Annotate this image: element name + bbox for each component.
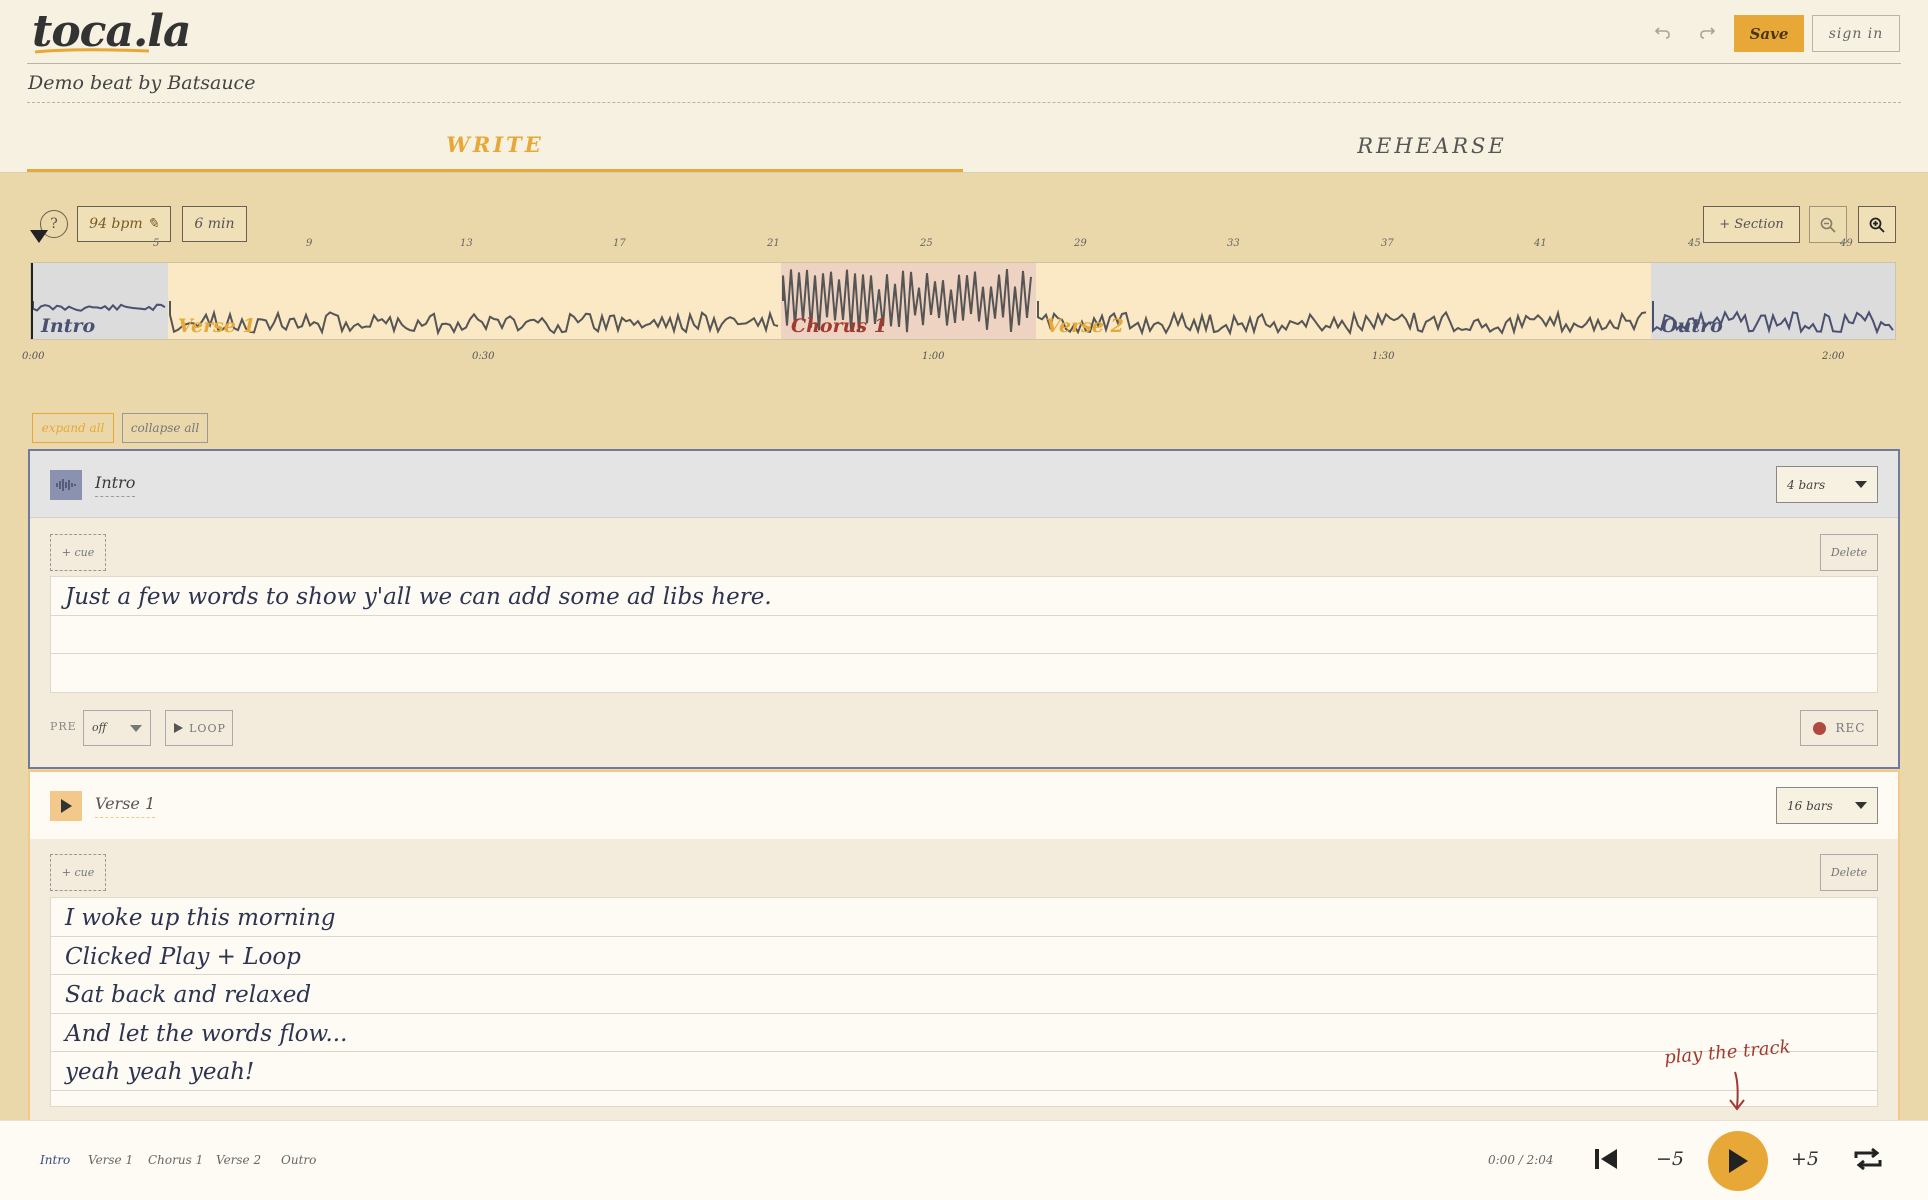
song-title[interactable]: Demo beat by Batsauce — [28, 72, 255, 94]
lyric-line[interactable]: I woke up this morning — [51, 898, 1877, 937]
waveform[interactable]: Intro Verse 1 Chorus 1 Verse 2 Outro — [30, 262, 1896, 340]
section-verse-1: Verse 1 16 bars + cue Delete I woke up t… — [28, 770, 1900, 1130]
save-button[interactable]: Save — [1734, 15, 1804, 52]
footer-section-chorus-1[interactable]: Chorus 1 — [148, 1153, 203, 1167]
timeline-segment-label: Chorus 1 — [791, 315, 887, 337]
lyric-line[interactable]: Just a few words to show y'all we can ad… — [51, 577, 1877, 616]
tab-write[interactable]: WRITE — [27, 120, 963, 172]
editor-area: ? 94 bpm ✎ 6 min + Section 5 9 13 17 21 25 29 3… — [0, 173, 1928, 1130]
loop-label: LOOP — [189, 721, 226, 735]
playhead-line — [31, 263, 33, 339]
footer-section-intro[interactable]: Intro — [40, 1153, 70, 1167]
bar-number: 21 — [767, 238, 780, 249]
footer-section-verse-2[interactable]: Verse 2 — [216, 1153, 261, 1167]
play-button[interactable] — [1708, 1131, 1768, 1191]
add-cue-button[interactable]: + cue — [50, 854, 106, 891]
rewind-5-button[interactable]: −5 — [1650, 1139, 1690, 1179]
waveform-path — [32, 269, 1894, 336]
pre-select[interactable]: off — [83, 710, 151, 746]
lyrics-editor[interactable]: Just a few words to show y'all we can ad… — [50, 576, 1878, 693]
footer-section-outro[interactable]: Outro — [281, 1153, 316, 1167]
record-icon — [1812, 721, 1826, 735]
bars-select[interactable]: 4 bars — [1776, 466, 1878, 503]
sign-in-button[interactable]: sign in — [1812, 15, 1900, 52]
pre-value: off — [92, 721, 107, 734]
play-icon[interactable] — [50, 791, 82, 821]
player-bar: Intro Verse 1 Chorus 1 Verse 2 Outro 0:00 / … — [0, 1120, 1928, 1200]
bar-number: 13 — [460, 238, 473, 249]
tab-rehearse[interactable]: REHEARSE — [963, 120, 1901, 172]
bar-number: 41 — [1534, 238, 1547, 249]
timeline-segment-label: Intro — [41, 315, 96, 337]
play-icon — [1729, 1149, 1748, 1173]
lyric-line[interactable] — [51, 654, 1877, 693]
pre-label: PRE — [50, 720, 77, 733]
divider — [27, 63, 1901, 64]
bars-value: 16 bars — [1787, 798, 1833, 813]
time-label: 1:00 — [922, 351, 945, 362]
add-cue-button[interactable]: + cue — [50, 534, 106, 571]
record-button[interactable]: REC — [1800, 710, 1878, 746]
hint-arrow-icon — [1729, 1071, 1745, 1111]
time-readout: 0:00 / 2:04 — [1488, 1153, 1554, 1167]
bar-number: 29 — [1074, 238, 1087, 249]
timeline-segment-label: Verse 2 — [1046, 315, 1124, 337]
timeline-segment-label: Outro — [1661, 315, 1723, 337]
timeline-segment-label: Verse 1 — [178, 315, 256, 337]
bar-number: 45 — [1688, 238, 1701, 249]
timeline[interactable]: 5 9 13 17 21 25 29 33 37 41 45 49 Intro Verse 1 Choru… — [22, 230, 1900, 380]
lyric-line[interactable] — [51, 616, 1877, 654]
section-name[interactable]: Verse 1 — [95, 794, 156, 818]
bar-number: 17 — [613, 238, 626, 249]
time-label: 2:00 — [1822, 351, 1845, 362]
redo-icon[interactable] — [1692, 18, 1722, 48]
lyrics-editor[interactable]: I woke up this morning Clicked Play + Lo… — [50, 897, 1878, 1107]
bar-number: 49 — [1840, 238, 1853, 249]
playhead-marker[interactable] — [30, 230, 48, 243]
skip-back-icon[interactable] — [1586, 1139, 1626, 1179]
bar-number: 33 — [1227, 238, 1240, 249]
delete-section-button[interactable]: Delete — [1820, 534, 1878, 571]
bar-number: 37 — [1381, 238, 1394, 249]
section-header: Intro 4 bars — [30, 451, 1898, 518]
forward-5-button[interactable]: +5 — [1785, 1139, 1825, 1179]
bars-select[interactable]: 16 bars — [1776, 787, 1878, 824]
time-label: 0:30 — [472, 351, 495, 362]
record-label: REC — [1835, 721, 1866, 735]
chevron-down-icon — [1855, 481, 1867, 488]
footer-section-verse-1[interactable]: Verse 1 — [88, 1153, 133, 1167]
undo-icon[interactable] — [1648, 18, 1678, 48]
bar-number: 9 — [306, 238, 313, 249]
bars-value: 4 bars — [1787, 477, 1826, 492]
time-label: 1:30 — [1372, 351, 1395, 362]
lyric-line[interactable]: Sat back and relaxed — [51, 975, 1877, 1014]
loop-icon[interactable] — [1848, 1139, 1888, 1179]
bar-number: 25 — [920, 238, 933, 249]
time-label: 0:00 — [22, 351, 45, 362]
lyric-line[interactable]: yeah yeah yeah! — [51, 1052, 1877, 1091]
bar-number: 5 — [153, 238, 160, 249]
section-name[interactable]: Intro — [95, 473, 136, 497]
waveform-icon[interactable] — [50, 470, 82, 500]
loop-button[interactable]: LOOP — [165, 710, 233, 746]
divider — [27, 102, 1901, 103]
delete-section-button[interactable]: Delete — [1820, 854, 1878, 891]
lyric-line[interactable]: And let the words flow... — [51, 1014, 1877, 1052]
collapse-all-button[interactable]: collapse all — [122, 413, 208, 443]
header: toca.la Demo beat by Batsauce Save sign … — [0, 0, 1928, 173]
section-header: Verse 1 16 bars — [30, 772, 1898, 839]
chevron-down-icon — [1855, 802, 1867, 809]
play-icon — [174, 723, 184, 733]
expand-all-button[interactable]: expand all — [32, 413, 114, 443]
chevron-down-icon — [130, 725, 142, 732]
section-intro: Intro 4 bars + cue Delete Just a few wor… — [28, 449, 1900, 769]
logo-underline — [34, 48, 150, 54]
lyric-line[interactable]: Clicked Play + Loop — [51, 937, 1877, 975]
